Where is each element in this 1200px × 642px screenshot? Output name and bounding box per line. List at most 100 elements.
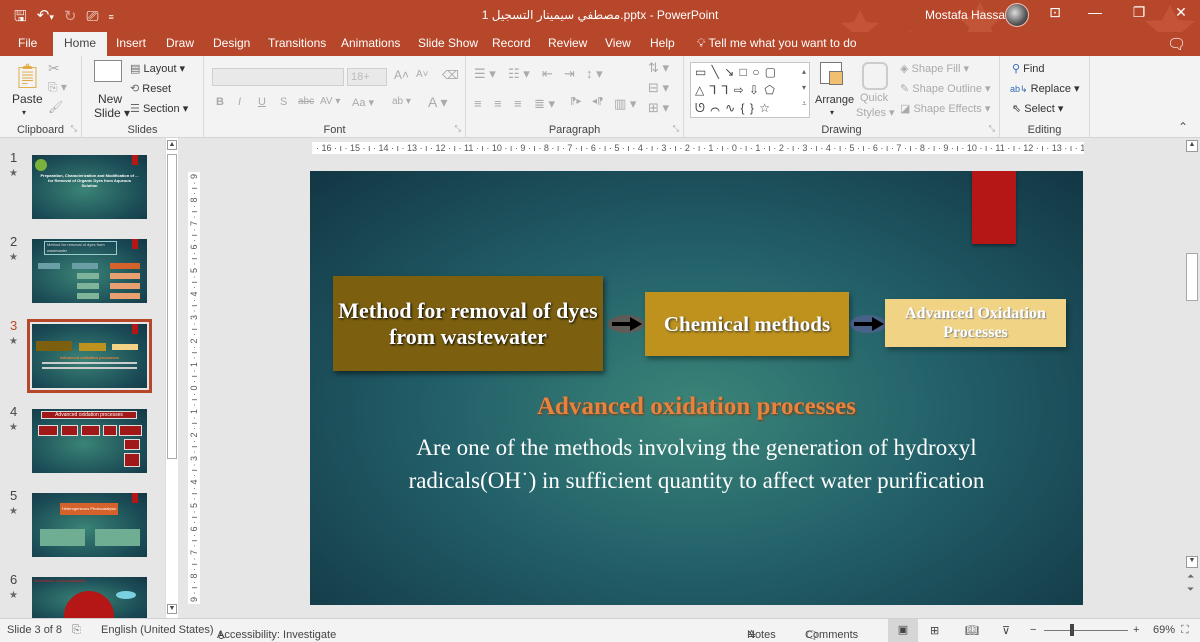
next-slide-icon[interactable]: ⏷ [1187, 584, 1194, 595]
paste-button[interactable]: Paste [12, 92, 43, 106]
new-slide-label-1[interactable]: New [98, 92, 122, 106]
collapse-ribbon-icon[interactable]: ⌃ [1178, 120, 1188, 134]
slide-thumbnail-4[interactable]: Advanced oxidation processes [32, 409, 147, 473]
spelling-icon[interactable]: ⎘ [72, 624, 81, 637]
align-text-icon[interactable]: ⊟ ▾ [648, 80, 669, 96]
character-spacing-icon[interactable]: AV ▾ [320, 96, 340, 107]
decrease-font-size-icon[interactable]: A˅ [416, 69, 429, 80]
scroll-down-icon[interactable]: ▼ [167, 604, 177, 614]
font-name-select[interactable] [212, 68, 344, 86]
quick-styles-icon[interactable] [862, 62, 888, 90]
thumbnails-scrollbar[interactable]: ▲ ▼ [165, 138, 178, 618]
slide-scrollbar[interactable]: ▲ ▼ ⏶ ⏷ [1185, 138, 1200, 618]
italic-icon[interactable]: I [238, 96, 241, 108]
box-method-for-removal[interactable]: Method for removal of dyes from wastewat… [333, 276, 603, 371]
zoom-in-button[interactable]: + [1133, 624, 1139, 636]
scroll-thumb[interactable] [1186, 253, 1198, 301]
arrange-dropdown-icon[interactable]: ▾ [830, 108, 834, 117]
smartart-icon[interactable]: ⊞ ▾ [648, 100, 669, 116]
zoom-slider-track[interactable] [1044, 630, 1128, 631]
line-spacing-icon[interactable]: ↕ ▾ [586, 66, 603, 82]
find-button[interactable]: ⚲ Find [1012, 62, 1045, 75]
ltr-icon[interactable]: ⁋▸ [570, 96, 581, 107]
normal-view-icon[interactable]: ▣ [888, 619, 918, 642]
tab-transitions[interactable]: Transitions [260, 32, 334, 56]
center-icon[interactable]: ≡ [494, 96, 502, 111]
tab-help[interactable]: Help [642, 32, 683, 56]
slide-heading[interactable]: Advanced oxidation processes [310, 393, 1083, 421]
shadow-icon[interactable]: S [280, 96, 287, 108]
slide-thumbnail-2[interactable]: Method for removal of dyes from wastewat… [32, 239, 147, 303]
replace-button[interactable]: ab↳ Replace ▾ [1010, 82, 1080, 95]
scroll-up-icon[interactable]: ▲ [167, 140, 177, 150]
tab-file[interactable]: File [10, 32, 45, 56]
minimize-icon[interactable]: — [1080, 4, 1110, 20]
tab-home[interactable]: Home [53, 32, 107, 56]
copy-icon[interactable]: ⎘ ▾ [48, 80, 67, 95]
tab-record[interactable]: Record [484, 32, 539, 56]
align-right-icon[interactable]: ≡ [514, 96, 522, 111]
zoom-slider-thumb[interactable] [1070, 624, 1074, 636]
arrange-icon[interactable] [820, 62, 843, 85]
slide-canvas[interactable]: Method for removal of dyes from wastewat… [310, 171, 1083, 605]
user-name[interactable]: Mostafa Hassan [925, 8, 1012, 22]
shape-effects-button[interactable]: ◪ Shape Effects ▾ [900, 102, 990, 115]
arrange-button[interactable]: Arrange [815, 94, 854, 106]
tab-review[interactable]: Review [540, 32, 595, 56]
increase-indent-icon[interactable]: ⇥ [564, 66, 575, 82]
ribbon-display-options-icon[interactable]: ⊡ [1040, 4, 1070, 21]
comments-icon[interactable]: 🗨︎ [1167, 35, 1186, 53]
clear-formatting-icon[interactable]: ⌫ [442, 68, 459, 82]
box-chemical-methods[interactable]: Chemical methods [645, 292, 849, 356]
new-slide-label-2[interactable]: Slide ▾ [94, 106, 130, 120]
paste-dropdown-icon[interactable]: ▾ [22, 108, 26, 117]
font-color-icon[interactable]: A ▾ [428, 94, 447, 111]
strikethrough-icon[interactable]: abc [298, 96, 314, 107]
new-slide-icon[interactable] [94, 60, 122, 82]
quick-styles-label-1[interactable]: Quick [860, 92, 888, 104]
section-button[interactable]: ☰ Section ▾ [130, 102, 188, 115]
paragraph-launcher-icon[interactable]: ⤡ [673, 124, 679, 134]
cut-icon[interactable]: ✂ [48, 60, 60, 77]
align-left-icon[interactable]: ≡ [474, 96, 482, 111]
shape-fill-button[interactable]: ◈ Shape Fill ▾ [900, 62, 969, 75]
language-status[interactable]: English (United States) [101, 624, 214, 636]
font-size-select[interactable]: 18+ [347, 68, 387, 86]
reading-view-icon[interactable]: 📖︎ [965, 624, 979, 637]
text-direction-icon[interactable]: ⇅ ▾ [648, 60, 669, 76]
scroll-thumb[interactable] [167, 154, 177, 459]
slide-thumbnail-3[interactable]: Advanced oxidation processes [27, 319, 152, 393]
slide-thumbnail-5[interactable]: Heterogeneous Photocatalysis [32, 493, 147, 557]
drawing-launcher-icon[interactable]: ⤡ [989, 124, 995, 134]
numbering-icon[interactable]: ☷ ▾ [508, 66, 530, 82]
tell-me-search[interactable]: 💡︎ Tell me what you want to do [697, 36, 857, 51]
increase-font-size-icon[interactable]: A˄ [394, 68, 409, 82]
scroll-up-icon[interactable]: ▲ [1186, 140, 1198, 152]
layout-button[interactable]: ▤ Layout ▾ [130, 62, 185, 75]
shapes-gallery[interactable]: ▭ ╲ ↘ □ ○ ▢ △ ⅂ ⅂ ⇨ ⇩ ⬠ ᘎ ⌒ ∿ { } ☆ [690, 62, 810, 118]
underline-icon[interactable]: U [258, 96, 266, 108]
scroll-down-icon[interactable]: ▼ [1186, 556, 1198, 568]
zoom-out-button[interactable]: − [1030, 624, 1036, 636]
bold-icon[interactable]: B [216, 96, 224, 108]
restore-icon[interactable]: ❐ [1124, 4, 1154, 21]
tab-draw[interactable]: Draw [158, 32, 202, 56]
zoom-level[interactable]: 69% [1153, 624, 1175, 636]
paste-icon[interactable]: 📋︎ [12, 62, 42, 91]
tab-design[interactable]: Design [205, 32, 258, 56]
fit-to-window-icon[interactable]: ⛶ [1181, 624, 1189, 637]
slide-sorter-icon[interactable]: ⊞ [930, 624, 939, 637]
slideshow-view-icon[interactable]: ⊽ [1002, 624, 1010, 637]
change-case-icon[interactable]: Aa ▾ [352, 96, 374, 109]
justify-icon[interactable]: ≣ ▾ [534, 96, 555, 112]
clipboard-launcher-icon[interactable]: ⤡ [71, 124, 77, 134]
box-advanced-oxidation-processes[interactable]: Advanced Oxidation Processes [885, 299, 1066, 347]
highlight-color-icon[interactable]: ab ▾ [392, 96, 411, 107]
tab-slide-show[interactable]: Slide Show [410, 32, 486, 56]
avatar[interactable] [1005, 3, 1029, 27]
shape-outline-button[interactable]: ✎ Shape Outline ▾ [900, 82, 991, 95]
close-icon[interactable]: ✕ [1166, 4, 1196, 21]
slide-thumbnail-6[interactable]: Mechanism of photocatalysis [32, 577, 147, 618]
rtl-icon[interactable]: ◂⁋ [592, 96, 603, 107]
columns-icon[interactable]: ▥ ▾ [614, 96, 636, 112]
